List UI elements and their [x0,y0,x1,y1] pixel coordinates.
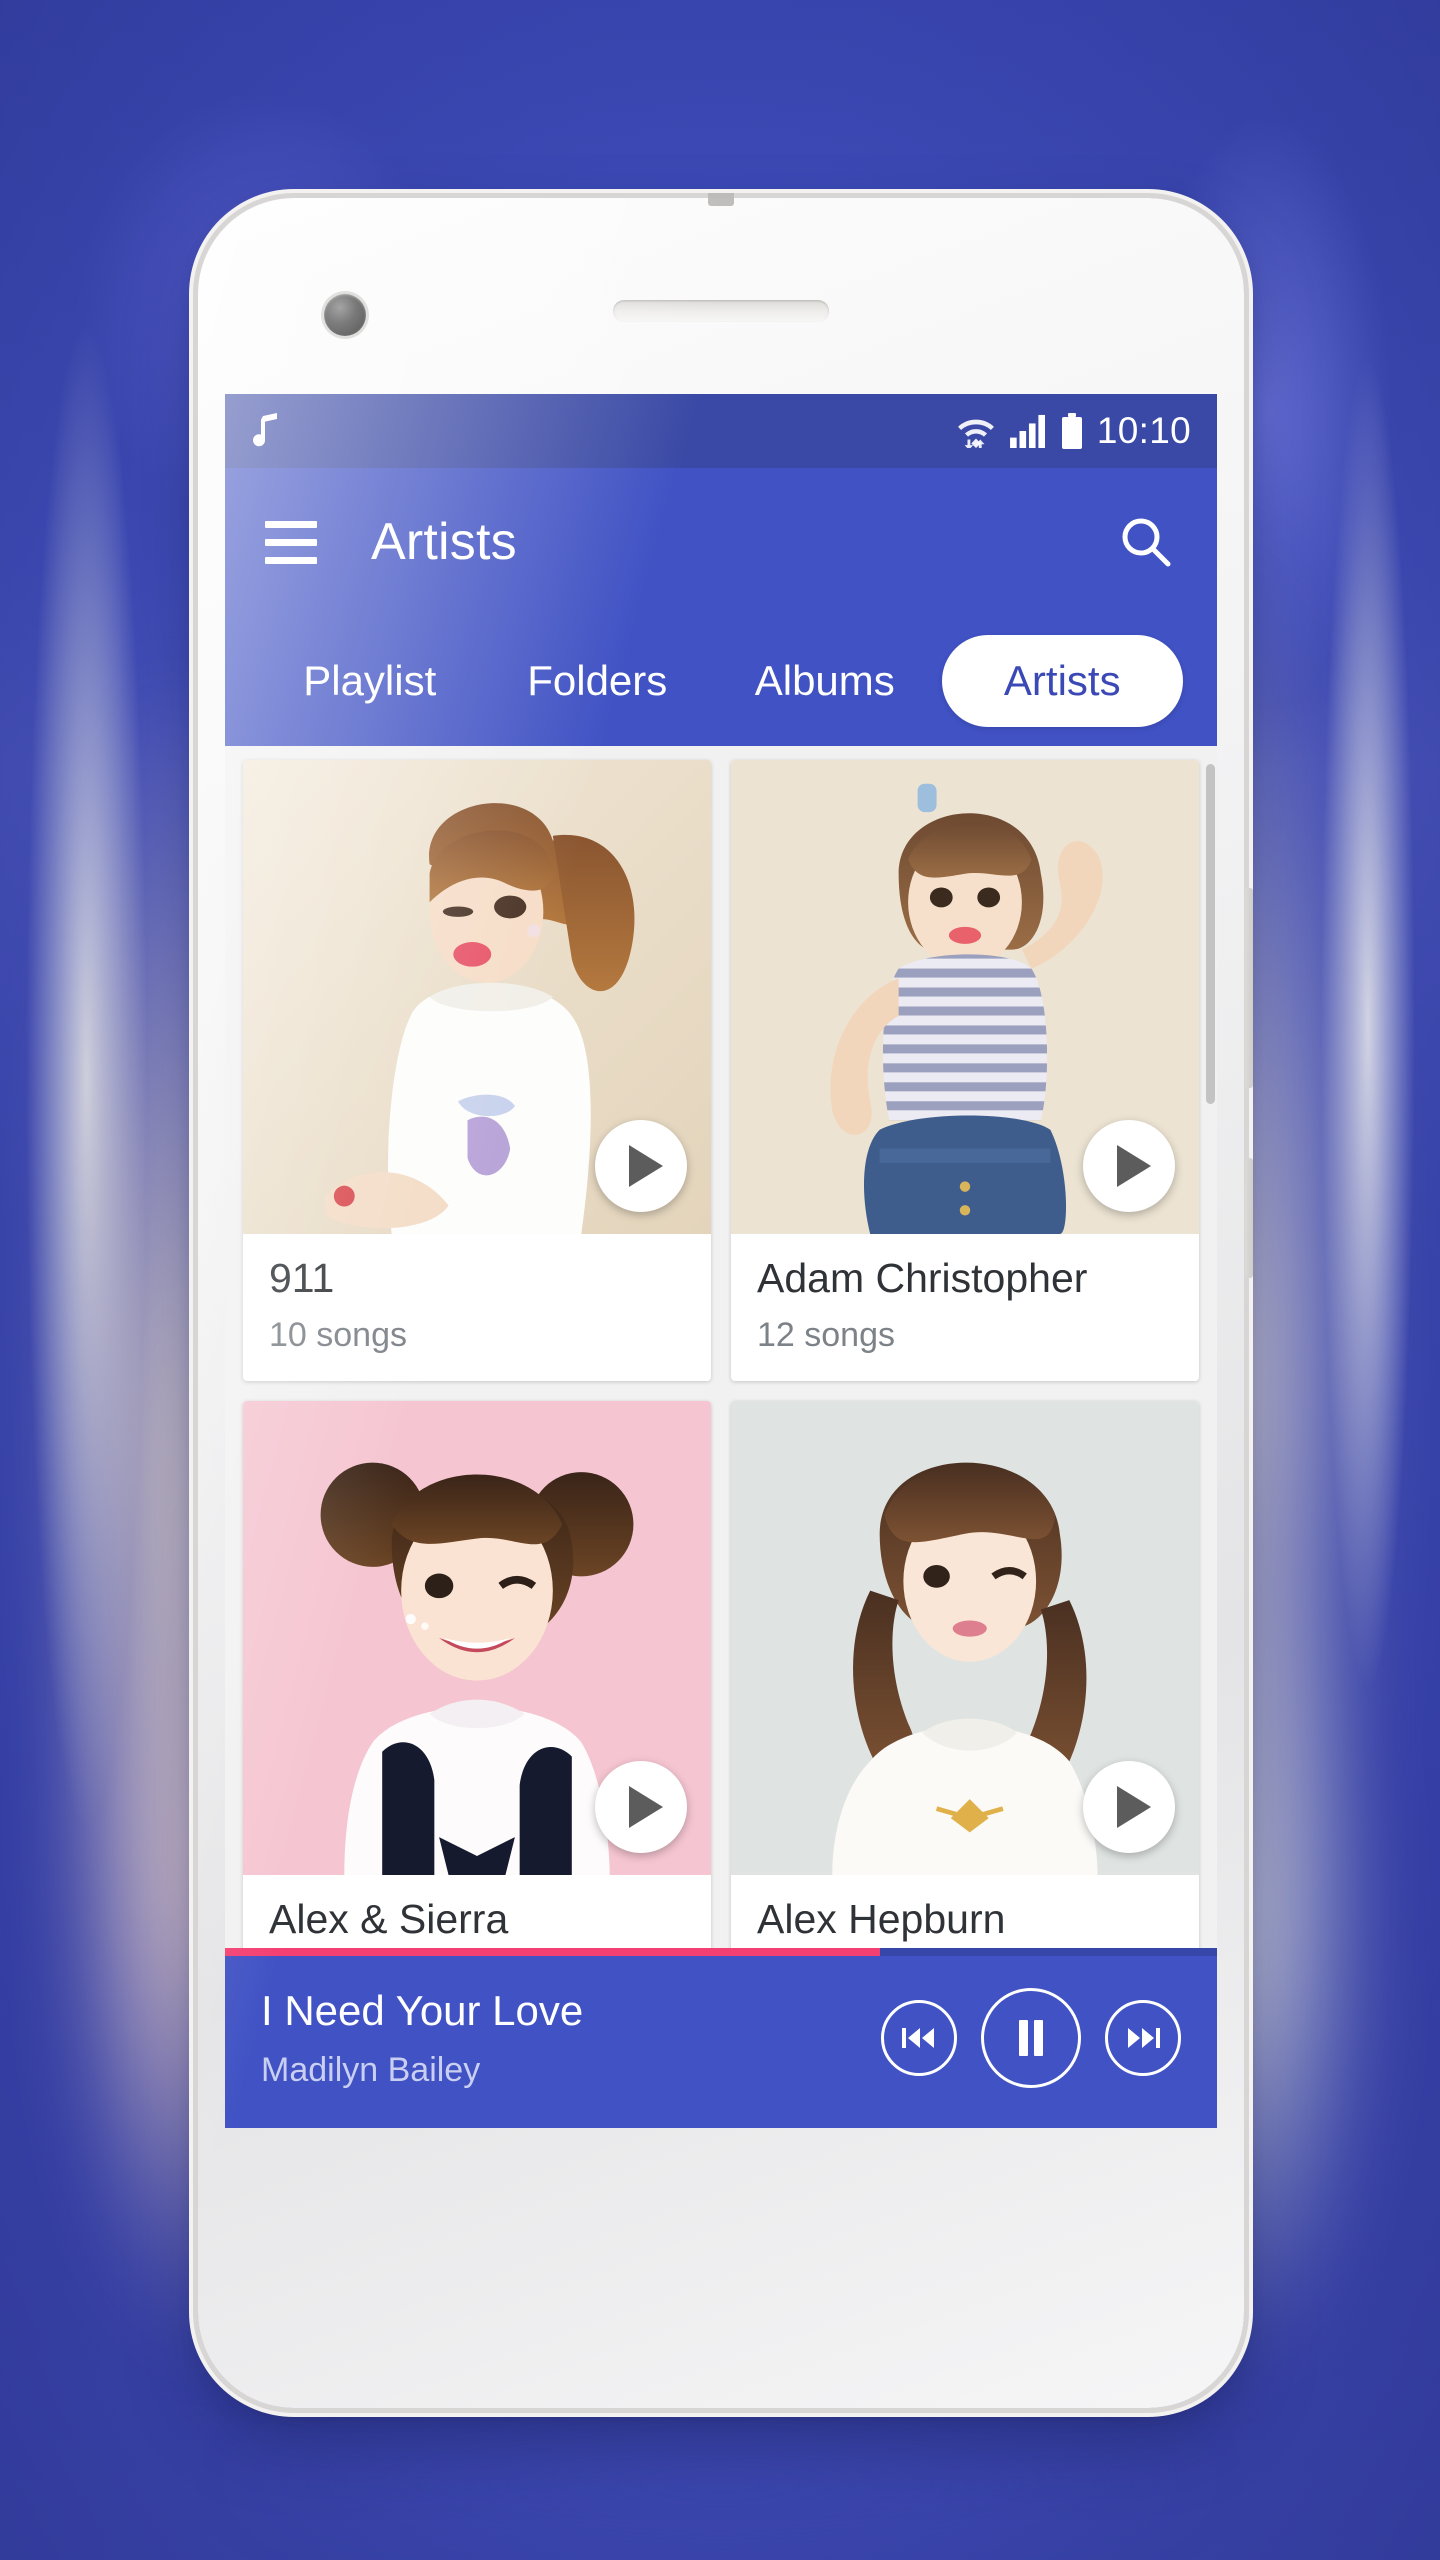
artist-card[interactable]: 911 10 songs [243,760,711,1381]
skip-previous-icon[interactable] [881,2000,957,2076]
artist-meta: 911 10 songs [243,1234,711,1381]
search-icon[interactable] [1115,511,1177,573]
artist-photo [243,1400,711,1875]
tab-artists[interactable]: Artists [941,635,1183,727]
artists-grid-container: 911 10 songs Adam Christopher 12 songs A… [225,746,1217,2128]
music-note-icon [251,412,281,450]
now-playing-bar[interactable]: I Need Your Love Madilyn Bailey [225,1948,1217,2128]
artist-song-count: 10 songs [269,1315,407,1354]
phone-antenna-line [708,193,734,206]
now-playing-text: I Need Your Love Madilyn Bailey [261,1987,881,2090]
hamburger-menu-icon[interactable] [265,520,317,564]
artist-card[interactable]: Alex Hepburn [731,1400,1199,1983]
artist-card[interactable]: Adam Christopher 12 songs [731,760,1199,1381]
artist-name: 911 [269,1256,335,1301]
play-icon[interactable] [1083,1120,1175,1212]
playback-controls [881,1988,1181,2088]
tab-folders[interactable]: Folders [487,637,709,725]
tab-albums[interactable]: Albums [714,637,936,725]
promo-background: 10:10 Artists Playlist Folders Albums Ar… [0,0,1440,2560]
playback-progress-bar[interactable] [225,1948,1217,1956]
app-bar: Artists [225,468,1217,616]
signal-bars-icon [1009,414,1047,448]
page-title: Artists [371,513,517,571]
play-icon[interactable] [595,1120,687,1212]
status-bar: 10:10 [225,394,1217,468]
artist-meta: Adam Christopher 12 songs [731,1234,1199,1381]
earpiece-speaker [613,300,829,322]
skip-next-icon[interactable] [1105,2000,1181,2076]
now-playing-title: I Need Your Love [261,1986,584,2034]
power-button [1245,1158,1253,1278]
artist-photo [731,760,1199,1234]
battery-icon [1061,413,1083,449]
phone-screen: 10:10 Artists Playlist Folders Albums Ar… [225,394,1217,2128]
artist-card[interactable]: Alex & Sierra [243,1400,711,1983]
artist-name: Alex Hepburn [757,1896,1006,1942]
scrollbar[interactable] [1206,764,1215,1104]
phone-mockup: 10:10 Artists Playlist Folders Albums Ar… [198,193,1253,2408]
volume-button [1245,888,1253,1088]
artist-photo [243,760,711,1234]
status-bar-right: 10:10 [957,410,1191,452]
artist-song-count: 12 songs [757,1315,895,1354]
artist-name: Alex & Sierra [269,1896,509,1942]
wifi-icon [957,414,995,448]
artists-grid: 911 10 songs Adam Christopher 12 songs A… [243,760,1199,1983]
play-icon[interactable] [1083,1760,1175,1853]
pause-icon[interactable] [981,1988,1081,2088]
now-playing-artist: Madilyn Bailey [261,2050,481,2089]
artist-photo [731,1400,1199,1875]
artist-name: Adam Christopher [757,1256,1088,1301]
status-bar-clock: 10:10 [1096,410,1191,451]
tab-playlist[interactable]: Playlist [259,637,481,725]
front-camera-icon [324,294,366,336]
tab-bar: Playlist Folders Albums Artists [225,616,1217,746]
status-bar-left [251,412,957,450]
play-icon[interactable] [595,1760,687,1853]
